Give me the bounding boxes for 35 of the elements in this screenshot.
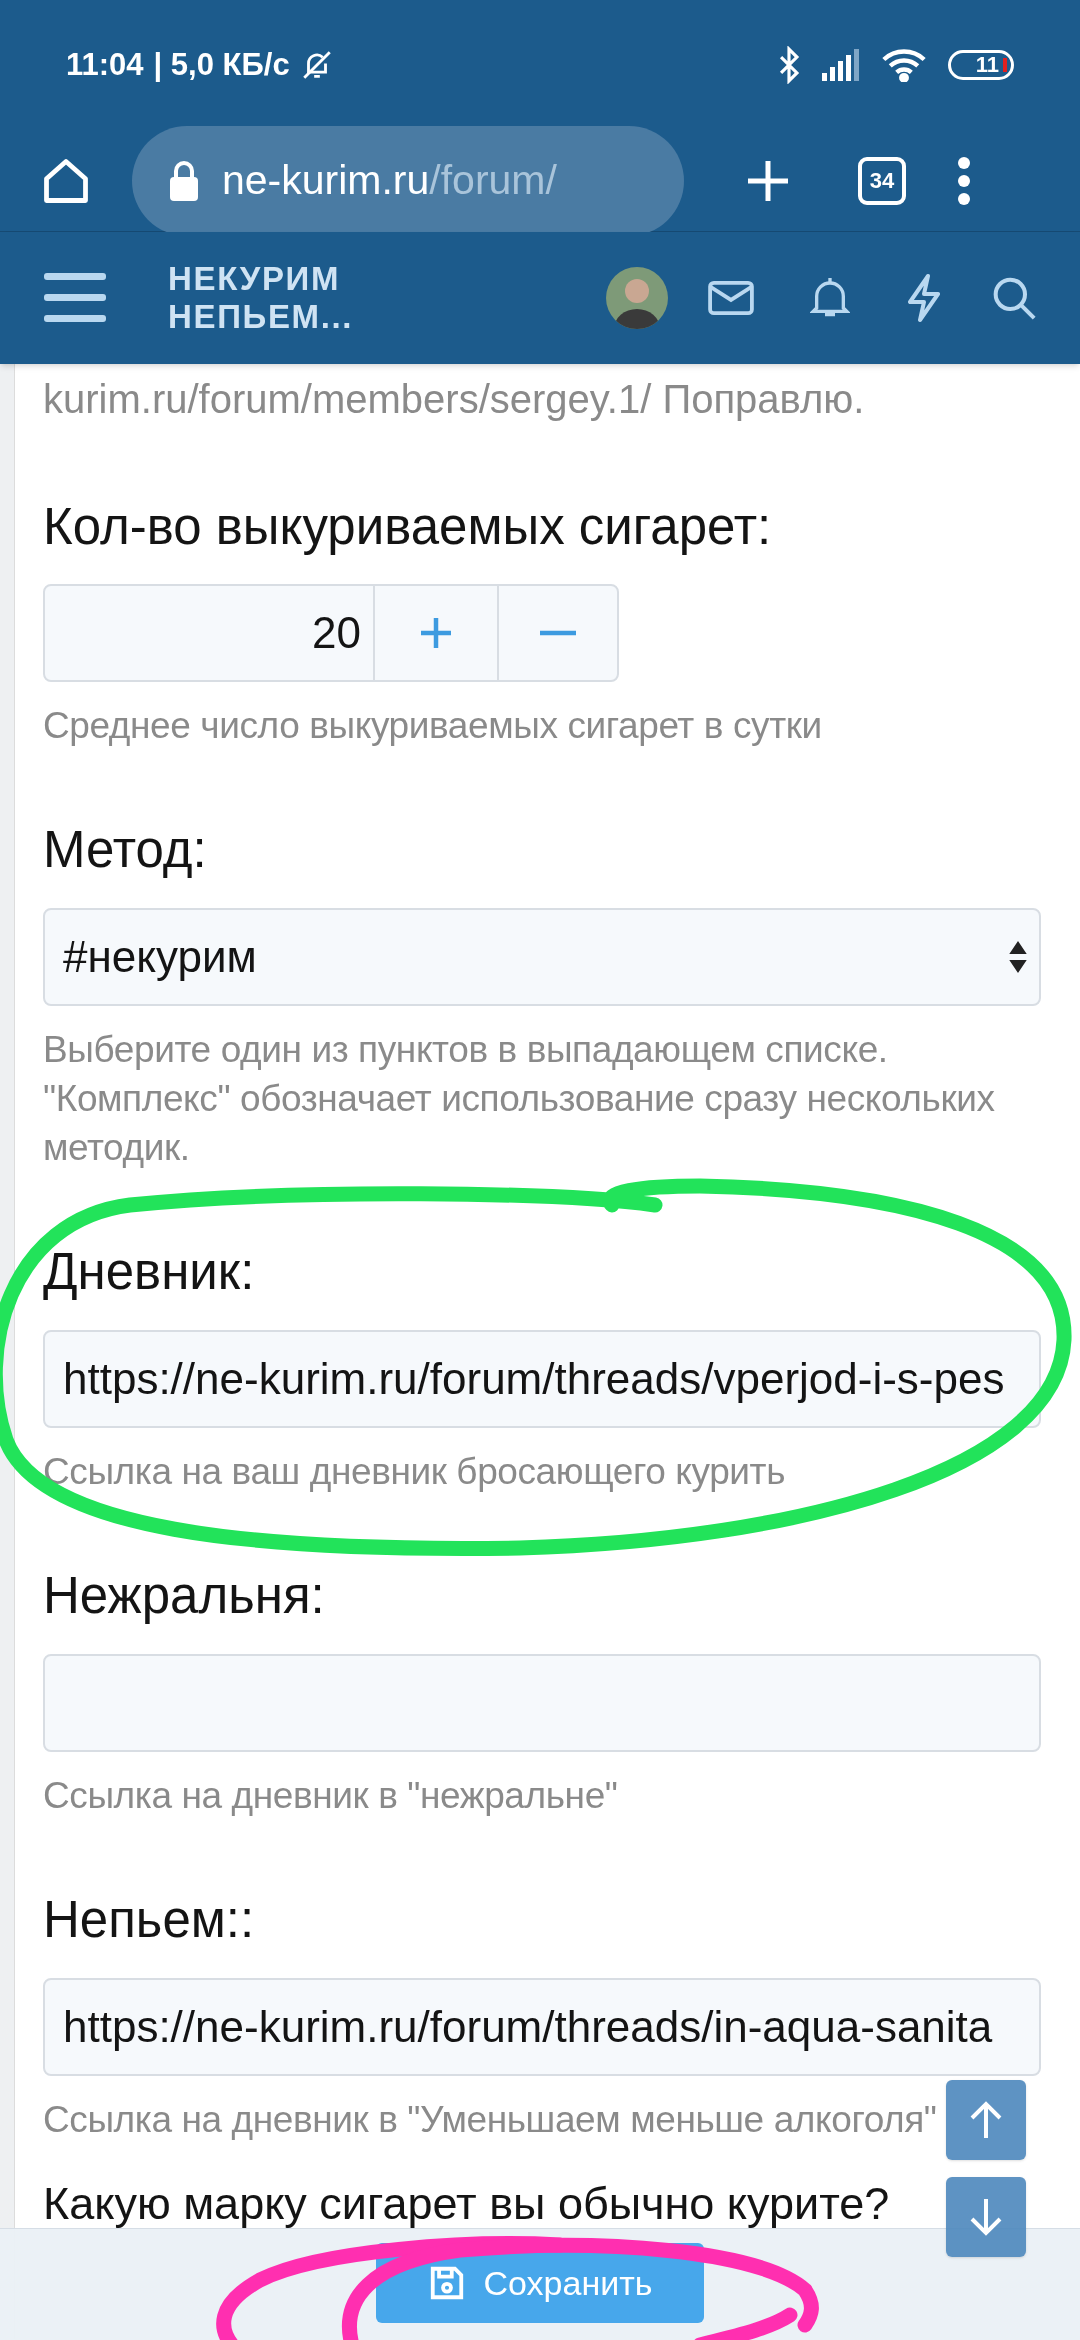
field-label: Дневник: <box>43 1242 255 1302</box>
field-label: Кол-во выкуриваемых сигарет: <box>43 497 772 557</box>
scroll-up-button[interactable] <box>946 2080 1026 2160</box>
url-text: ne-kurim.ru/forum/ <box>222 155 557 205</box>
sort-arrows-icon <box>1009 941 1027 973</box>
field-hint: Выберите один из пунктов в выпадающем списке. "Комплекс" обозначает использование сразу нескольких методик. <box>43 1028 996 1170</box>
menu-icon[interactable] <box>956 156 972 205</box>
mail-icon[interactable] <box>708 279 754 317</box>
field-label: Метод: <box>43 820 207 880</box>
tabs-button[interactable]: 34 <box>858 156 906 205</box>
site-logo[interactable]: НЕКУРИМ НЕПЬЕМ... <box>168 260 354 336</box>
field-label: Нежральня: <box>43 1566 325 1626</box>
field-label: Непьем:: <box>43 1890 255 1950</box>
section-heading: Какую марку сигарет вы обычно курите? <box>43 2177 890 2231</box>
battery-icon: 11 <box>948 50 1014 80</box>
input-field[interactable] <box>43 1654 1041 1752</box>
wifi-icon <box>882 48 926 82</box>
field-hint: Среднее число выкуриваемых сигарет в сутки <box>43 704 822 748</box>
scroll-down-button[interactable] <box>946 2177 1026 2257</box>
intro-text: kurim.ru/forum/members/sergey.1/ Поправлю. <box>43 376 866 423</box>
input-field[interactable]: https://ne-kurim.ru/forum/threads/in-aqua-sanita <box>43 1978 1041 2076</box>
lightning-icon[interactable] <box>906 274 942 322</box>
input-field[interactable]: https://ne-kurim.ru/forum/threads/vperjod-i-s-pes <box>43 1330 1041 1428</box>
lock-icon <box>168 160 200 201</box>
select-field[interactable]: #некурим <box>43 908 1041 1006</box>
signal-icon <box>822 49 862 81</box>
network-speed: | 5,0 КБ/с <box>153 45 290 84</box>
field-hint: Ссылка на ваш дневник бросающего курить <box>43 1450 786 1494</box>
arrow-up-icon <box>968 2100 1004 2140</box>
status-time: 11:04 <box>66 45 144 84</box>
field-hint: Ссылка на дневник в "нежральне" <box>43 1774 618 1818</box>
arrow-down-icon <box>968 2197 1004 2237</box>
menu-icon[interactable] <box>44 273 106 323</box>
field-hint: Ссылка на дневник в "Уменьшаем меньше алкоголя" <box>43 2098 937 2142</box>
search-icon[interactable] <box>992 276 1036 320</box>
